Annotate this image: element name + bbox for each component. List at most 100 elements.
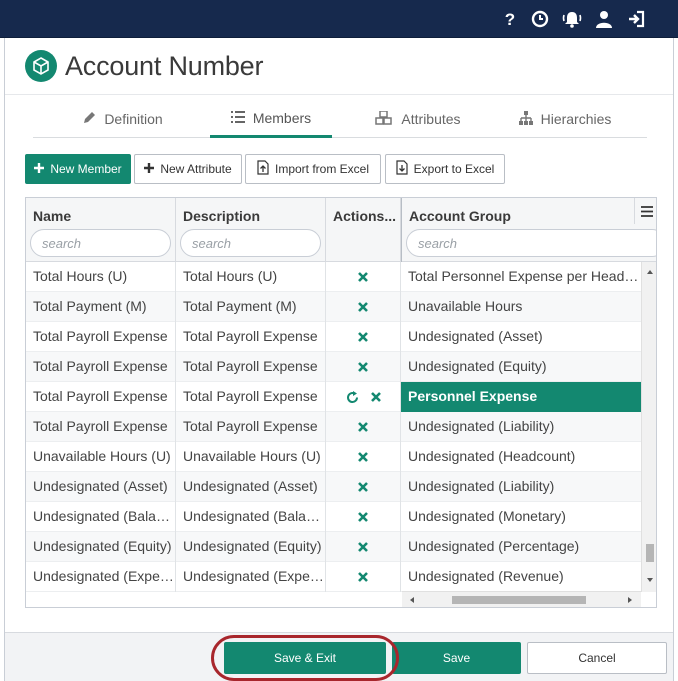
notifications-icon[interactable] bbox=[562, 9, 582, 29]
table-row[interactable]: Undesignated (Expense) Undesignated (Expe… bbox=[26, 562, 656, 592]
name-cell[interactable]: Total Payroll Expense bbox=[26, 412, 176, 442]
new-attribute-button[interactable]: New Attribute bbox=[134, 154, 242, 184]
delete-icon[interactable] bbox=[358, 542, 368, 552]
description-cell[interactable]: Unavailable Hours (U) bbox=[176, 442, 326, 472]
name-cell[interactable]: Total Payroll Expense bbox=[26, 322, 176, 352]
delete-icon[interactable] bbox=[358, 572, 368, 582]
help-icon[interactable]: ? bbox=[500, 9, 520, 29]
tab-hierarchies[interactable]: Hierarchies bbox=[503, 100, 627, 138]
row-actions bbox=[326, 382, 401, 412]
import-excel-button[interactable]: Import from Excel bbox=[245, 154, 381, 184]
column-header-name[interactable]: Name search bbox=[26, 198, 176, 262]
delete-icon[interactable] bbox=[358, 512, 368, 522]
table-row[interactable]: Total Payroll Expense Total Payroll Expen… bbox=[26, 322, 656, 352]
tab-definition[interactable]: Definition bbox=[63, 100, 183, 138]
row-actions bbox=[326, 502, 401, 532]
dialog-header: Account Number bbox=[25, 49, 263, 83]
tab-attributes[interactable]: Attributes bbox=[363, 100, 473, 138]
delete-icon[interactable] bbox=[358, 452, 368, 462]
account-group-cell[interactable]: Undesignated (Headcount) bbox=[401, 442, 641, 472]
description-cell[interactable]: Total Payment (M) bbox=[176, 292, 326, 322]
column-header-account-group[interactable]: Account Group search bbox=[401, 198, 656, 262]
column-header-actions[interactable]: Actions... bbox=[326, 198, 401, 262]
account-group-cell[interactable]: Undesignated (Revenue) bbox=[401, 562, 641, 592]
account-group-cell[interactable]: Undesignated (Monetary) bbox=[401, 502, 641, 532]
table-row[interactable]: Undesignated (Equity) Undesignated (Equit… bbox=[26, 532, 656, 562]
pencil-icon bbox=[83, 111, 96, 127]
list-icon bbox=[230, 110, 245, 126]
name-cell[interactable]: Total Payroll Expense bbox=[26, 382, 176, 412]
table-row[interactable]: Undesignated (Asset) Undesignated (Asset)… bbox=[26, 472, 656, 502]
account-group-cell[interactable]: Total Personnel Expense per Headcount bbox=[401, 262, 641, 292]
column-header-description[interactable]: Description search bbox=[176, 198, 326, 262]
account-group-cell[interactable]: Unavailable Hours bbox=[401, 292, 641, 322]
name-cell[interactable]: Total Payment (M) bbox=[26, 292, 176, 322]
table-row[interactable]: Total Payment (M) Total Payment (M) Unavai… bbox=[26, 292, 656, 322]
row-actions bbox=[326, 352, 401, 382]
delete-icon[interactable] bbox=[358, 302, 368, 312]
export-excel-button[interactable]: Export to Excel bbox=[385, 154, 505, 184]
account-group-cell[interactable]: Personnel Expense bbox=[401, 382, 641, 412]
row-actions bbox=[326, 412, 401, 442]
tab-label: Attributes bbox=[401, 111, 461, 127]
description-search-input[interactable]: search bbox=[180, 229, 321, 257]
save-button[interactable]: Save bbox=[392, 642, 521, 674]
tab-label: Hierarchies bbox=[540, 111, 612, 127]
description-cell[interactable]: Undesignated (Balance) bbox=[176, 502, 326, 532]
description-cell[interactable]: Undesignated (Equity) bbox=[176, 532, 326, 562]
account-group-cell[interactable]: Undesignated (Percentage) bbox=[401, 532, 641, 562]
description-cell[interactable]: Total Payroll Expense bbox=[176, 322, 326, 352]
table-row[interactable]: Total Payroll Expense Total Payroll Expen… bbox=[26, 412, 656, 442]
table-row[interactable]: Total Payroll Expense Total Payroll Expen… bbox=[26, 352, 656, 382]
account-group-cell[interactable]: Undesignated (Equity) bbox=[401, 352, 641, 382]
description-cell[interactable]: Undesignated (Expense) bbox=[176, 562, 326, 592]
delete-icon[interactable] bbox=[370, 392, 381, 402]
delete-icon[interactable] bbox=[358, 482, 368, 492]
new-attribute-label: New Attribute bbox=[160, 162, 232, 176]
new-member-label: New Member bbox=[50, 162, 122, 176]
account-group-cell[interactable]: Undesignated (Liability) bbox=[401, 412, 641, 442]
tab-members[interactable]: Members bbox=[210, 100, 332, 138]
name-cell[interactable]: Total Hours (U) bbox=[26, 262, 176, 292]
description-cell[interactable]: Total Payroll Expense bbox=[176, 412, 326, 442]
grid-header: Name search Description search Actions..… bbox=[26, 198, 656, 262]
delete-icon[interactable] bbox=[358, 272, 368, 282]
tab-label: Members bbox=[252, 109, 312, 126]
name-cell[interactable]: Undesignated (Asset) bbox=[26, 472, 176, 502]
cancel-button[interactable]: Cancel bbox=[527, 642, 667, 674]
description-cell[interactable]: Total Payroll Expense bbox=[176, 382, 326, 412]
name-cell[interactable]: Unavailable Hours (U) bbox=[26, 442, 176, 472]
export-excel-label: Export to Excel bbox=[413, 162, 495, 176]
delete-icon[interactable] bbox=[358, 362, 368, 372]
table-row[interactable]: Unavailable Hours (U) Unavailable Hours (… bbox=[26, 442, 656, 472]
new-member-button[interactable]: New Member bbox=[25, 154, 131, 184]
undo-icon[interactable] bbox=[346, 390, 359, 404]
logout-icon[interactable] bbox=[626, 9, 646, 29]
name-cell[interactable]: Total Payroll Expense bbox=[26, 352, 176, 382]
table-row[interactable]: Undesignated (Balance) Undesignated (Bala… bbox=[26, 502, 656, 532]
name-cell[interactable]: Undesignated (Balance) bbox=[26, 502, 176, 532]
name-cell[interactable]: Undesignated (Expense) bbox=[26, 562, 176, 592]
description-cell[interactable]: Total Hours (U) bbox=[176, 262, 326, 292]
page-title: Account Number bbox=[65, 50, 264, 81]
name-cell[interactable]: Undesignated (Equity) bbox=[26, 532, 176, 562]
column-menu-icon[interactable] bbox=[634, 198, 656, 224]
account-group-search-input[interactable]: search bbox=[406, 229, 656, 257]
plus-icon bbox=[34, 162, 45, 176]
tab-bar: Definition Members Attributes Hierarchie… bbox=[33, 100, 647, 138]
table-row[interactable]: Total Hours (U) Total Hours (U) Total Pers… bbox=[26, 262, 656, 292]
horizontal-scrollbar[interactable] bbox=[402, 591, 641, 607]
plus-icon bbox=[144, 162, 155, 176]
account-group-cell[interactable]: Undesignated (Asset) bbox=[401, 322, 641, 352]
description-cell[interactable]: Total Payroll Expense bbox=[176, 352, 326, 382]
table-row[interactable]: Total Payroll Expense Total Payroll Expen… bbox=[26, 382, 656, 412]
user-icon[interactable] bbox=[594, 9, 614, 29]
account-group-cell[interactable]: Undesignated (Liability) bbox=[401, 472, 641, 502]
download-file-icon bbox=[396, 160, 408, 178]
vertical-scrollbar[interactable] bbox=[641, 262, 656, 592]
delete-icon[interactable] bbox=[358, 422, 368, 432]
description-cell[interactable]: Undesignated (Asset) bbox=[176, 472, 326, 502]
delete-icon[interactable] bbox=[358, 332, 368, 342]
name-search-input[interactable]: search bbox=[30, 229, 171, 257]
history-icon[interactable] bbox=[530, 9, 550, 29]
